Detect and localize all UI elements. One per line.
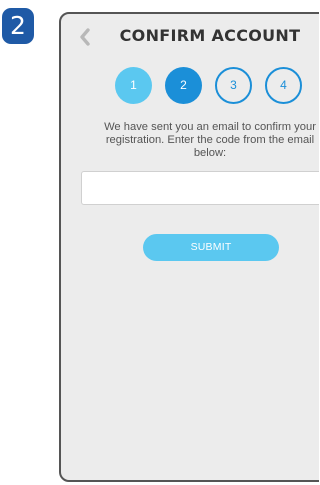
step-indicator: 1 2 3 4 xyxy=(61,67,319,107)
instructions-line-1: We have sent you an email to confirm you… xyxy=(104,121,316,133)
header: CONFIRM ACCOUNT xyxy=(61,14,319,60)
phone-frame: CONFIRM ACCOUNT 1 2 3 4 We have sent you… xyxy=(59,12,319,482)
step-2: 2 xyxy=(165,67,202,104)
instructions-text: We have sent you an email to confirm you… xyxy=(61,121,319,160)
tutorial-step-badge: 2 xyxy=(2,8,34,44)
step-3: 3 xyxy=(215,67,252,104)
instructions-line-3: below: xyxy=(193,147,227,159)
page-title: CONFIRM ACCOUNT xyxy=(119,26,301,45)
step-1: 1 xyxy=(115,67,152,104)
confirmation-code-input[interactable] xyxy=(81,171,319,205)
step-4: 4 xyxy=(265,67,302,104)
instructions-line-2: registration. Enter the code from the em… xyxy=(105,134,315,146)
screen: 2 CONFIRM ACCOUNT 1 2 3 4 We have sent y… xyxy=(0,0,319,485)
submit-button[interactable]: SUBMIT xyxy=(143,234,279,261)
